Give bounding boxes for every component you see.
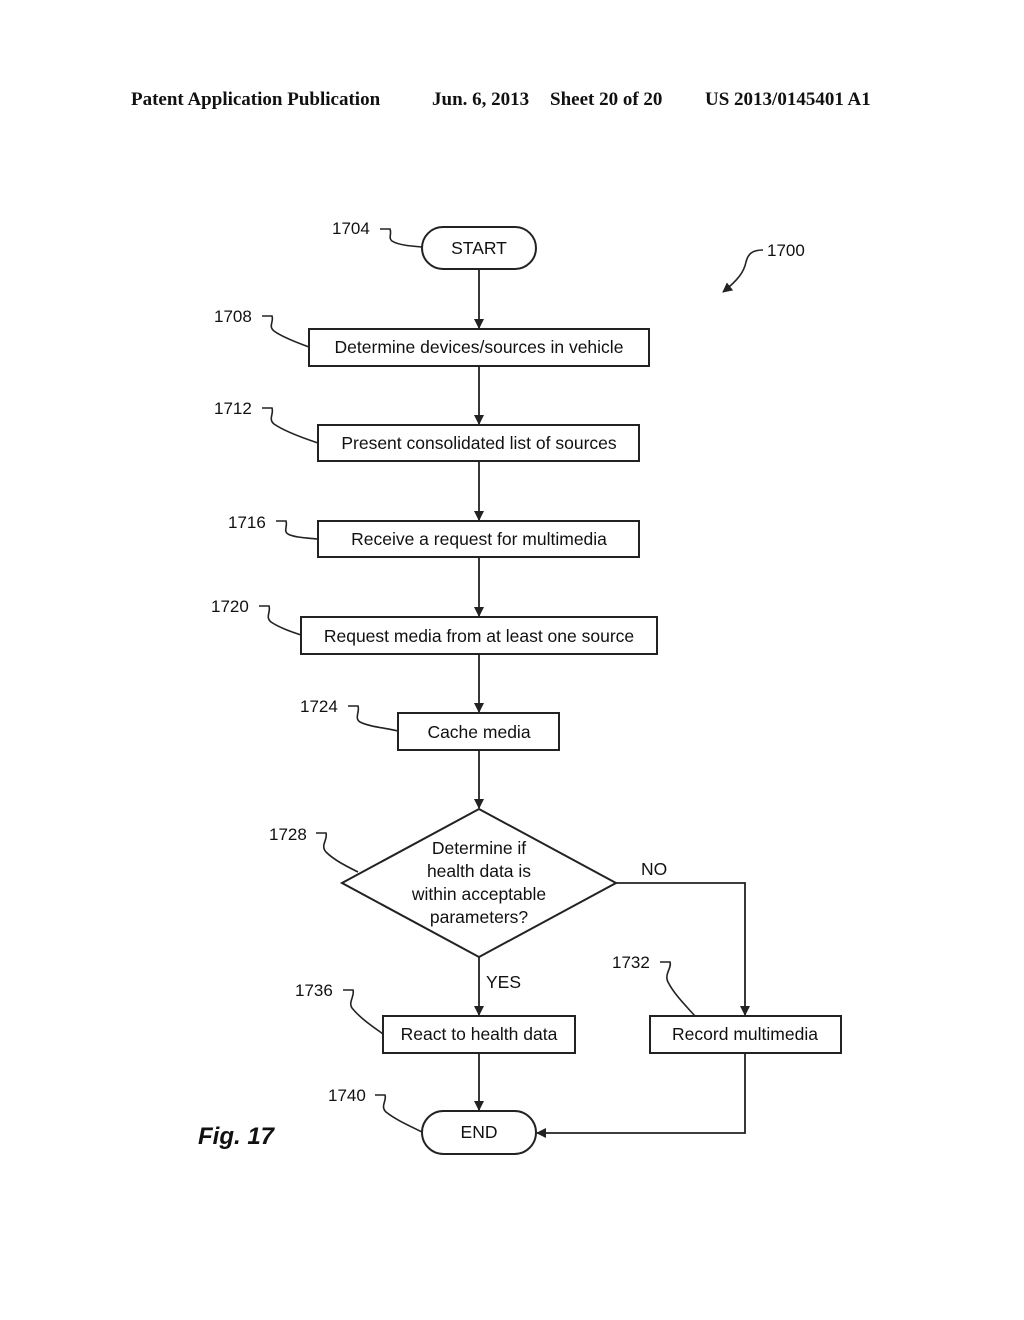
process-label: React to health data [401,1024,558,1044]
process-label: Request media from at least one source [324,626,634,646]
node-1720: Request media from at least one source 1… [211,597,658,655]
leader-1728 [316,832,359,873]
node-1708: Determine devices/sources in vehicle 170… [214,307,650,367]
leader-1740 [375,1094,423,1133]
arrow-no-branch [616,882,750,1016]
node-1736: React to health data 1736 [295,981,576,1054]
ref-1724: 1724 [300,697,338,716]
ref-1716: 1716 [228,513,266,532]
decision-line: parameters? [430,907,529,927]
process-label: Determine devices/sources in vehicle [335,337,624,357]
process-label: Present consolidated list of sources [341,433,617,453]
node-end: END 1740 [328,1086,537,1155]
flowchart: 1700 START 1704 Determine devices/source… [198,219,842,1155]
arrow-1732-to-end [536,1053,746,1138]
yes-label: YES [486,972,521,992]
leader-1704 [380,228,423,248]
ref-1708: 1708 [214,307,252,326]
figure-label: Fig. 17 [198,1123,276,1150]
leader-1708 [262,315,310,348]
decision-diamond [339,807,619,959]
node-1716: Receive a request for multimedia 1716 [228,513,640,558]
decision-line: within acceptable [411,884,546,904]
node-1724: Cache media 1724 [300,697,560,751]
ref-1736: 1736 [295,981,333,1000]
no-label: NO [641,859,667,879]
node-1732: Record multimedia 1732 [612,953,842,1054]
leader-1736 [343,989,384,1035]
figure-ref-arrow [722,249,764,293]
node-start: START 1704 [332,219,537,270]
end-label: END [461,1122,498,1142]
node-1728: Determine if health data is within accep… [269,807,619,959]
ref-1740: 1740 [328,1086,366,1105]
figure-ref-1700: 1700 [722,241,805,293]
ref-1728: 1728 [269,825,307,844]
ref-1712: 1712 [214,399,252,418]
ref-1720: 1720 [211,597,249,616]
node-1712: Present consolidated list of sources 171… [214,399,640,462]
leader-1716 [276,520,319,540]
figure-ref-label: 1700 [767,241,805,260]
ref-1704: 1704 [332,219,370,238]
leader-1732 [660,961,696,1017]
ref-1732: 1732 [612,953,650,972]
leader-1712 [262,407,319,444]
start-label: START [451,238,507,258]
leader-1724 [348,705,399,732]
leader-1720 [259,605,302,636]
process-label: Cache media [427,722,530,742]
process-label: Record multimedia [672,1024,818,1044]
decision-line: health data is [427,861,531,881]
process-label: Receive a request for multimedia [351,529,607,549]
decision-line: Determine if [432,838,526,858]
